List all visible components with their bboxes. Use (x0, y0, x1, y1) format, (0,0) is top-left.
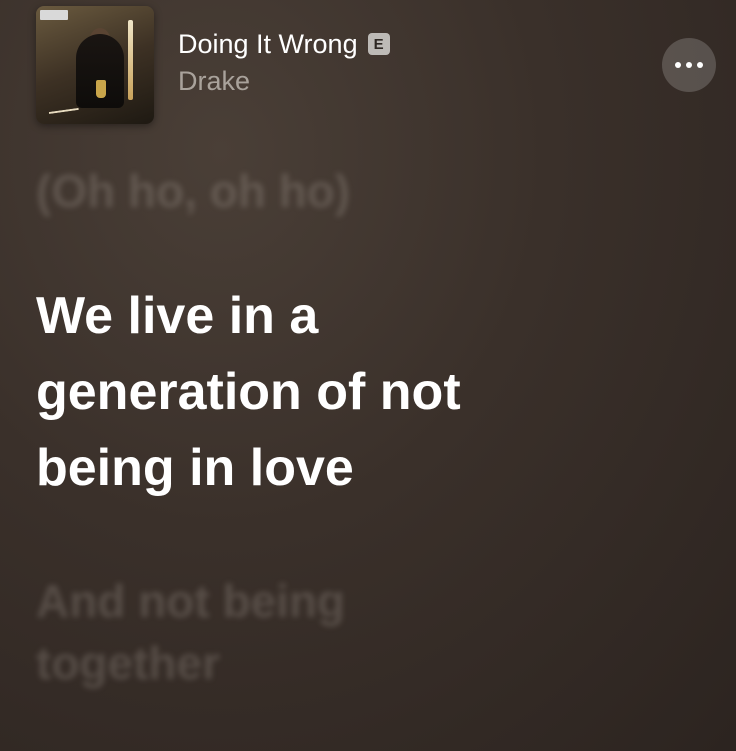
artwork-candle (128, 20, 133, 100)
lyric-text: together (36, 637, 220, 689)
artist-name[interactable]: Drake (178, 66, 390, 97)
lyric-text: And not being (36, 575, 346, 627)
lyric-line-previous[interactable]: (Oh ho, oh ho) (36, 160, 706, 222)
explicit-icon: E (367, 33, 390, 55)
parental-advisory-label (40, 10, 68, 20)
lyric-text: being in love (36, 439, 354, 497)
now-playing-header: Doing It Wrong E Drake (36, 6, 716, 126)
track-info[interactable]: Doing It Wrong E Drake (178, 24, 390, 97)
ellipsis-icon (697, 62, 703, 68)
lyric-line-next[interactable]: And not being together (36, 570, 706, 694)
lyric-text: (Oh ho, oh ho) (36, 165, 351, 217)
song-title-row: Doing It Wrong E (178, 24, 390, 64)
lyric-text: generation of not (36, 363, 461, 421)
more-options-button[interactable] (662, 38, 716, 92)
ellipsis-icon (686, 62, 692, 68)
lyrics-screen: Doing It Wrong E Drake (Oh ho, oh ho) We… (0, 0, 736, 751)
ellipsis-icon (675, 62, 681, 68)
artwork-cup (96, 80, 106, 98)
lyric-text: We live in a (36, 287, 319, 345)
song-title: Doing It Wrong (178, 28, 358, 59)
artwork-signature (47, 95, 79, 115)
album-artwork[interactable] (36, 6, 154, 124)
lyric-line-current[interactable]: We live in a generation of not being in … (36, 278, 706, 506)
